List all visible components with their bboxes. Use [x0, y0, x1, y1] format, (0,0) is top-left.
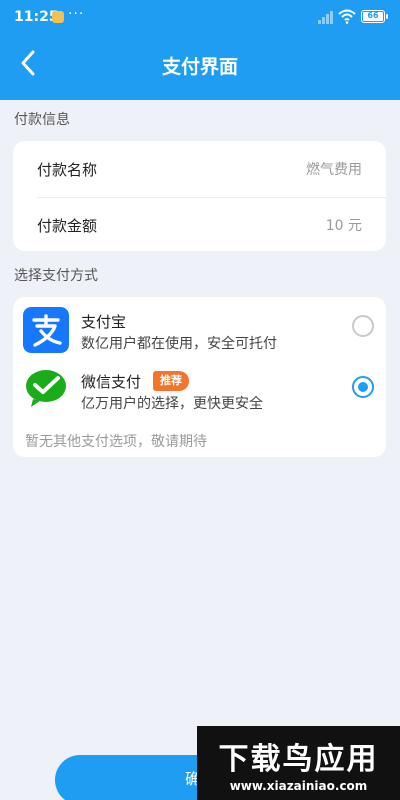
app-header: 11:25 ··· 66 支付界面 [0, 0, 400, 100]
wechat-pay-icon [26, 370, 66, 407]
status-bar: 11:25 ··· 66 [0, 0, 400, 36]
watermark-banner: 下载鸟应用 www.xiazainiao.com [197, 726, 400, 800]
payment-info-section-label: 付款信息 [14, 112, 70, 128]
watermark-url: www.xiazainiao.com [229, 779, 368, 793]
payment-amount-label: 付款金额 [37, 217, 98, 235]
recommended-badge: 推荐 [153, 371, 189, 391]
payment-amount-value: 10 元 [325, 218, 362, 234]
payment-name-label: 付款名称 [37, 161, 98, 179]
battery-icon: 66 [361, 10, 388, 23]
wechat-pay-radio[interactable] [352, 376, 374, 398]
more-notifications-icon: ··· [68, 6, 85, 22]
notification-app-icon [52, 11, 64, 23]
wechat-pay-name: 微信支付 [81, 373, 142, 391]
payment-amount-row: 付款金额 10 元 [13, 197, 386, 251]
no-other-options-note: 暂无其他支付选项，敬请期待 [25, 434, 207, 450]
wifi-icon [338, 9, 356, 24]
alipay-name: 支付宝 [81, 313, 127, 331]
payment-name-value: 燃气费用 [306, 162, 362, 178]
payment-method-section-label: 选择支付方式 [14, 268, 98, 284]
alipay-icon [23, 307, 69, 353]
wechat-pay-description: 亿万用户的选择，更快更安全 [81, 396, 263, 412]
battery-level: 66 [363, 12, 383, 21]
alipay-radio[interactable] [352, 315, 374, 337]
watermark-title: 下载鸟应用 [218, 742, 379, 777]
signal-icon [318, 11, 333, 24]
payment-info-card: 付款名称 燃气费用 付款金额 10 元 [13, 141, 386, 251]
page-title: 支付界面 [161, 56, 238, 78]
payment-name-row: 付款名称 燃气费用 [13, 141, 386, 195]
alipay-description: 数亿用户都在使用，安全可托付 [81, 336, 277, 352]
payment-method-card: 支付宝 数亿用户都在使用，安全可托付 微信支付 推荐 亿万用户的选择，更快更安全… [13, 297, 386, 457]
